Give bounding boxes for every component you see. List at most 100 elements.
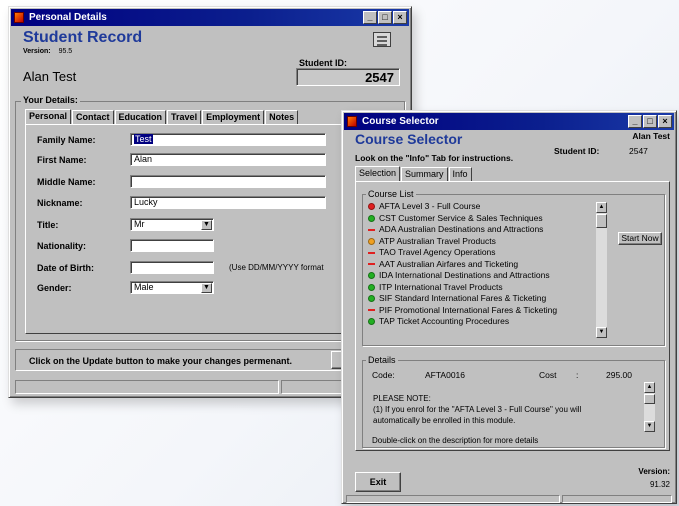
maximize-button[interactable]: □ (643, 115, 657, 128)
tab-education[interactable]: Education (114, 110, 167, 125)
dob-field[interactable] (130, 261, 214, 274)
app-icon (14, 12, 24, 23)
course-list-item[interactable]: AAT Australian Airfares and Ticketing (368, 259, 593, 271)
title-value: Mr (134, 219, 145, 229)
course-title: ITP International Travel Products (379, 281, 503, 292)
course-list-item[interactable]: ATP Australian Travel Products (368, 236, 593, 248)
first-name-field[interactable]: Alan (130, 153, 326, 166)
tab-info[interactable]: Info (448, 167, 472, 182)
code-label: Code: (372, 370, 395, 380)
family-name-value: Test (134, 134, 153, 144)
green-dot-icon (368, 214, 375, 222)
scroll-down-icon[interactable]: ▼ (596, 327, 607, 338)
nickname-label: Nickname: (37, 198, 83, 208)
instruction-text: Look on the "Info" Tab for instructions. (355, 153, 514, 163)
tab-contact[interactable]: Contact (72, 110, 114, 125)
course-list-scrollbar[interactable]: ▲ ▼ (596, 202, 607, 338)
cost-value: 295.00 (606, 370, 632, 380)
course-list-item[interactable]: ADA Australian Destinations and Attracti… (368, 224, 593, 236)
course-title: AFTA Level 3 - Full Course (379, 201, 481, 211)
chevron-down-icon[interactable]: ▼ (201, 220, 212, 230)
tab-employment[interactable]: Employment (202, 110, 265, 125)
green-dot-icon (368, 318, 375, 326)
course-selector-titlebar[interactable]: Course Selector _ □ × (344, 113, 674, 130)
course-title: IDA International Destinations and Attra… (379, 270, 550, 280)
tab-travel[interactable]: Travel (167, 110, 202, 125)
course-list[interactable]: AFTA Level 3 - Full Course CST Customer S… (366, 200, 608, 341)
start-now-button[interactable]: Start Now (618, 232, 662, 245)
course-title: AAT Australian Airfares and Ticketing (379, 258, 519, 269)
red-dash-icon (368, 309, 375, 312)
course-note: PLEASE NOTE: (1) If you enrol for the "A… (369, 381, 659, 434)
your-details-label: Your Details: (21, 95, 80, 105)
middle-name-field[interactable] (130, 175, 326, 188)
title-label: Title: (37, 220, 59, 230)
student-name: Alan Test (23, 69, 77, 84)
minimize-button[interactable]: _ (628, 115, 642, 128)
scroll-up-icon[interactable]: ▲ (596, 202, 607, 213)
scroll-thumb[interactable] (596, 214, 607, 228)
orange-dot-icon (368, 237, 375, 245)
scroll-thumb[interactable] (644, 394, 655, 404)
green-dot-icon (368, 272, 375, 280)
tab-personal[interactable]: Personal (25, 109, 72, 124)
course-title: CST Customer Service & Sales Techniques (379, 212, 543, 223)
family-name-field[interactable]: Test (130, 133, 326, 146)
code-value: AFTA0016 (425, 370, 466, 380)
course-title: ATP Australian Travel Products (379, 235, 496, 246)
page-title: Course Selector (355, 131, 463, 147)
course-title: TAO Travel Agency Operations (379, 247, 496, 257)
red-dash-icon (368, 228, 375, 231)
tab-selection[interactable]: Selection (355, 166, 401, 181)
minimize-button[interactable]: _ (363, 11, 377, 24)
red-dash-icon (368, 251, 375, 254)
status-bar-panel (562, 495, 672, 503)
course-list-item[interactable]: IDA International Destinations and Attra… (368, 270, 593, 282)
course-list-item[interactable]: CST Customer Service & Sales Techniques (368, 213, 593, 225)
selector-tabs: Selection Summary Info (355, 166, 473, 182)
title-select[interactable]: Mr ▼ (130, 218, 214, 231)
note-scrollbar[interactable]: ▲ ▼ (644, 382, 655, 432)
red-dash-icon (368, 263, 375, 266)
student-id-value: 2547 (365, 70, 394, 85)
course-list-item[interactable]: ITP International Travel Products (368, 282, 593, 294)
course-list-item[interactable]: PIF Promotional International Fares & Ti… (368, 305, 593, 317)
scroll-down-icon[interactable]: ▼ (644, 421, 655, 432)
student-name: Alan Test (632, 131, 670, 141)
nationality-field[interactable] (130, 239, 214, 252)
course-selector-window: Course Selector _ □ × Course Selector Al… (341, 110, 677, 504)
course-title: SIF Standard International Fares & Ticke… (379, 293, 547, 303)
dob-hint: (Use DD/MM/YYYY format (229, 263, 324, 272)
details-footer: Double-click on the description for more… (372, 436, 539, 445)
tab-summary[interactable]: Summary (401, 167, 448, 182)
course-title: ADA Australian Destinations and Attracti… (379, 224, 544, 234)
tab-notes[interactable]: Notes (265, 110, 299, 125)
student-id-label: Student ID: (554, 146, 600, 156)
student-id-field: 2547 (296, 68, 400, 86)
course-list-item[interactable]: SIF Standard International Fares & Ticke… (368, 293, 593, 305)
gender-select[interactable]: Male ▼ (130, 281, 214, 294)
student-id-value: 2547 (629, 146, 648, 156)
version-label: Version: (638, 467, 670, 476)
first-name-label: First Name: (37, 155, 87, 165)
note-line: automatically be enrolled in this module… (373, 416, 516, 425)
close-button[interactable]: × (658, 115, 672, 128)
scroll-up-icon[interactable]: ▲ (644, 382, 655, 393)
course-list-label: Course List (366, 189, 416, 199)
exit-button[interactable]: Exit (355, 472, 401, 492)
page-title: Student Record (23, 29, 143, 46)
chevron-down-icon[interactable]: ▼ (201, 283, 212, 293)
personal-details-titlebar[interactable]: Personal Details _ □ × (11, 9, 409, 26)
record-icon[interactable] (373, 32, 391, 47)
close-button[interactable]: × (393, 11, 407, 24)
details-tabs: Personal Contact Education Travel Employ… (25, 109, 299, 125)
nickname-field[interactable]: Lucky (130, 196, 326, 209)
version-value: 91.32 (649, 480, 670, 489)
cost-separator: : (576, 370, 579, 380)
nationality-label: Nationality: (37, 241, 87, 251)
maximize-button[interactable]: □ (378, 11, 392, 24)
course-list-item[interactable]: TAO Travel Agency Operations (368, 247, 593, 259)
course-list-item[interactable]: TAP Ticket Accounting Procedures (368, 316, 593, 328)
course-list-item[interactable]: AFTA Level 3 - Full Course (368, 201, 593, 213)
status-bar (15, 380, 279, 394)
